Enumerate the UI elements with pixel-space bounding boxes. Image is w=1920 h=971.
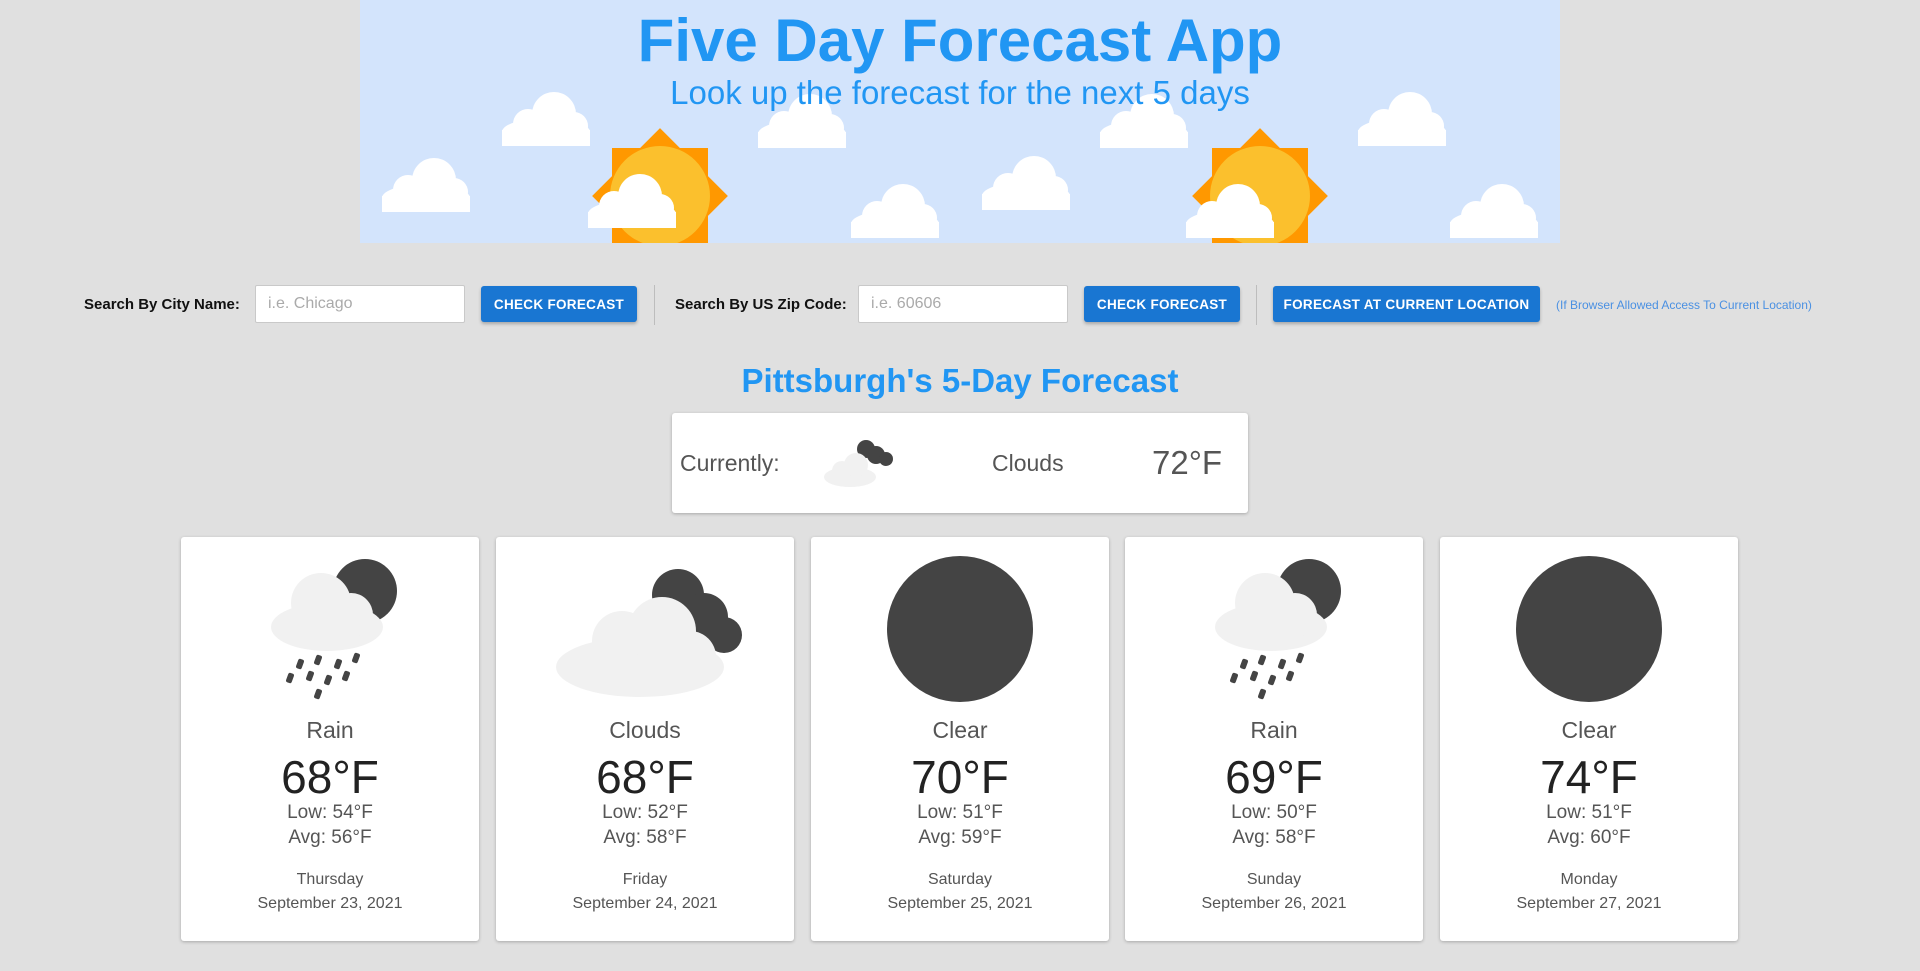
day-high-temp: 69°F — [1225, 751, 1323, 803]
day-weekday: Thursday — [296, 871, 364, 888]
day-date: September 27, 2021 — [1516, 895, 1662, 912]
rain-night-icon — [271, 559, 397, 700]
current-label: Currently: — [680, 450, 780, 476]
day-condition: Rain — [306, 717, 354, 743]
clear-night-icon — [1516, 556, 1662, 702]
day-condition: Clouds — [609, 717, 681, 743]
zip-search-label: Search By US Zip Code: — [675, 296, 847, 313]
day-avg-temp: Avg: 58°F — [1232, 827, 1316, 848]
day-condition: Clear — [932, 717, 988, 743]
day-avg-temp: Avg: 59°F — [918, 827, 1002, 848]
day-high-temp: 74°F — [1540, 751, 1638, 803]
current-temperature: 72°F — [1152, 444, 1223, 481]
city-search-input[interactable] — [255, 285, 465, 323]
search-bar: Search By City Name: CHECK FORECAST Sear… — [0, 283, 1920, 327]
day-condition: Clear — [1561, 717, 1617, 743]
current-location-forecast-button[interactable]: FORECAST AT CURRENT LOCATION — [1273, 286, 1540, 322]
day-avg-temp: Avg: 60°F — [1547, 827, 1631, 848]
day-high-temp: 68°F — [596, 751, 694, 803]
day-low-temp: Low: 51°F — [917, 802, 1003, 823]
day-high-temp: 70°F — [911, 751, 1009, 803]
divider — [654, 285, 655, 325]
rain-night-icon — [1215, 559, 1341, 700]
day-weekday: Saturday — [927, 871, 993, 888]
day-card: Clouds 68°F Low: 52°F Avg: 58°F Friday S… — [496, 537, 794, 941]
day-card: Clear 74°F Low: 51°F Avg: 60°F Monday Se… — [1440, 537, 1738, 941]
app-subtitle: Look up the forecast for the next 5 days — [670, 74, 1250, 111]
zip-search-input[interactable] — [858, 285, 1068, 323]
current-condition: Clouds — [992, 450, 1064, 476]
day-low-temp: Low: 50°F — [1231, 802, 1317, 823]
location-note: (If Browser Allowed Access To Current Lo… — [1556, 298, 1812, 312]
zip-check-forecast-button[interactable]: CHECK FORECAST — [1084, 286, 1240, 322]
forecast-title: Pittsburgh's 5-Day Forecast — [741, 362, 1179, 399]
day-low-temp: Low: 51°F — [1546, 802, 1632, 823]
current-conditions-card: Currently: Clouds 72°F — [672, 413, 1248, 513]
day-high-temp: 68°F — [281, 751, 379, 803]
day-weekday: Sunday — [1246, 871, 1302, 888]
day-weekday: Monday — [1560, 871, 1618, 888]
day-avg-temp: Avg: 56°F — [288, 827, 372, 848]
day-weekday: Friday — [622, 871, 668, 888]
day-card: Rain 69°F Low: 50°F Avg: 58°F Sunday Sep… — [1125, 537, 1423, 941]
header-banner: Five Day Forecast App Look up the foreca… — [360, 0, 1560, 243]
day-date: September 24, 2021 — [572, 895, 718, 912]
day-condition: Rain — [1250, 717, 1298, 743]
city-search-label: Search By City Name: — [84, 296, 240, 313]
day-date: September 26, 2021 — [1201, 895, 1347, 912]
day-avg-temp: Avg: 58°F — [603, 827, 687, 848]
day-low-temp: Low: 52°F — [602, 802, 688, 823]
clear-night-icon — [887, 556, 1033, 702]
app-title: Five Day Forecast App — [637, 7, 1283, 74]
city-check-forecast-button[interactable]: CHECK FORECAST — [481, 286, 637, 322]
divider — [1256, 285, 1257, 325]
day-card: Clear 70°F Low: 51°F Avg: 59°F Saturday … — [811, 537, 1109, 941]
day-date: September 25, 2021 — [887, 895, 1033, 912]
day-low-temp: Low: 54°F — [287, 802, 373, 823]
cloudy-night-icon — [824, 440, 893, 487]
day-date: September 23, 2021 — [257, 895, 403, 912]
cloudy-night-icon — [556, 569, 742, 697]
day-card: Rain 68°F Low: 54°F Avg: 56°F Thursday S… — [181, 537, 479, 941]
